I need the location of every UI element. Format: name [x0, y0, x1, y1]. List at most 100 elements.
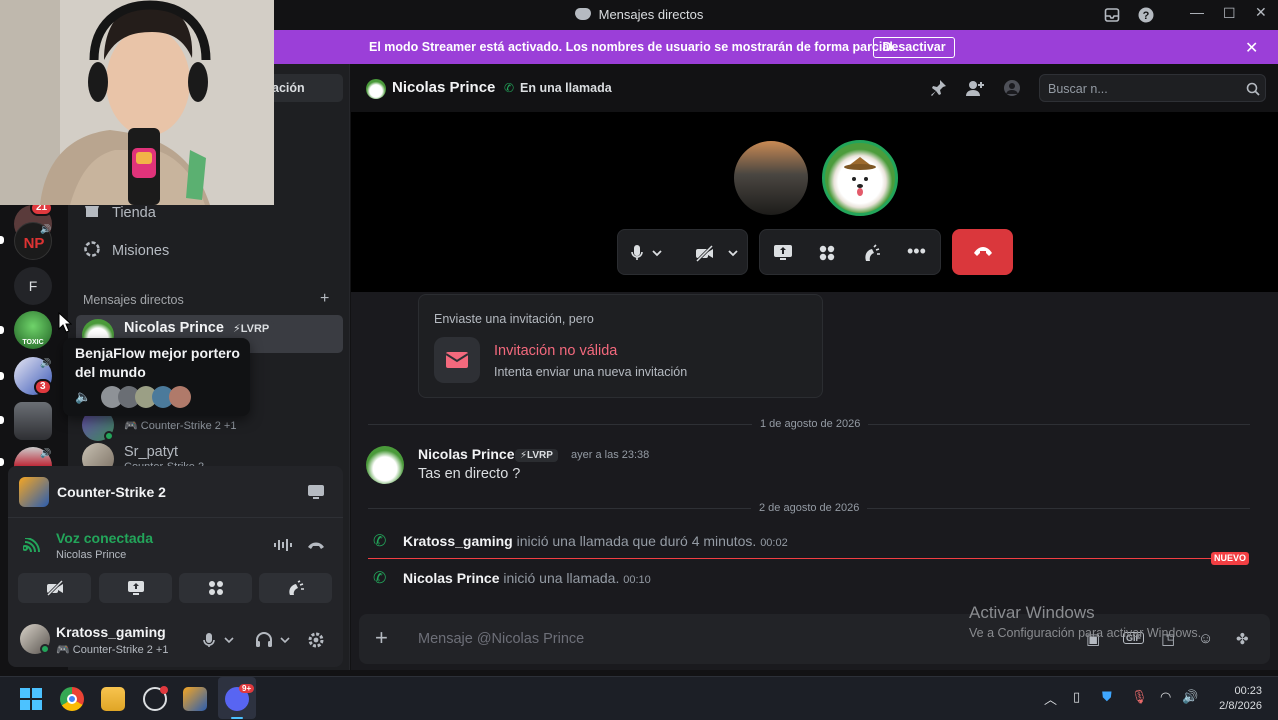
voice-members — [101, 386, 191, 408]
invite-subtitle: Intenta enviar una nueva invitación — [494, 365, 688, 379]
mute-mic-button[interactable] — [203, 632, 235, 648]
call-status: En una llamada — [520, 81, 612, 95]
system-author[interactable]: Kratoss_gaming — [403, 533, 513, 549]
search-placeholder: Buscar n... — [1048, 82, 1108, 96]
defender-icon[interactable]: ⛊ — [1102, 689, 1112, 705]
system-text: inició una llamada. — [503, 570, 620, 586]
stream-game-icon[interactable] — [307, 484, 325, 500]
attach-plus-icon[interactable]: + — [375, 627, 388, 649]
user-panel: Counter-Strike 2 Voz conectada Nicolas P… — [8, 466, 343, 667]
online-status-dot — [40, 644, 50, 654]
message-author[interactable]: Nicolas Prince — [418, 446, 515, 462]
activity-section: Counter-Strike 2 — [8, 466, 343, 518]
discord-logo-icon — [574, 8, 591, 20]
pin-icon[interactable] — [929, 79, 947, 97]
nav-shop[interactable]: Tienda — [84, 203, 156, 221]
microphone-button[interactable] — [631, 244, 663, 262]
activation-watermark: Activar Windows Ve a Configuración para … — [969, 603, 1201, 640]
soundboard-icon[interactable] — [863, 244, 881, 262]
usb-icon[interactable]: ▯ — [1073, 689, 1080, 705]
clock[interactable]: 00:23 2/8/2026 — [1212, 684, 1262, 714]
close-banner-icon[interactable]: ✕ — [1245, 38, 1258, 58]
deafen-button[interactable] — [255, 632, 291, 648]
system-time: 00:02 — [760, 537, 788, 549]
more-options-icon[interactable]: ••• — [907, 242, 926, 260]
phone-icon: ✆ — [373, 533, 387, 550]
noise-suppression-icon[interactable] — [274, 538, 292, 552]
maximize-icon[interactable]: ☐ — [1223, 5, 1236, 22]
create-dm-icon[interactable]: + — [320, 290, 329, 308]
camera-off-button[interactable] — [695, 244, 741, 262]
clock-time: 00:23 — [1234, 685, 1262, 697]
clock-date: 2/8/2026 — [1219, 700, 1262, 712]
close-window-icon[interactable]: ✕ — [1255, 4, 1267, 21]
windows-start-icon[interactable] — [20, 688, 42, 710]
mention-badge: 3 — [34, 379, 52, 395]
help-icon[interactable]: ? — [1138, 7, 1154, 23]
activities-icon[interactable] — [818, 244, 836, 262]
cs2-taskbar-icon[interactable] — [183, 687, 207, 711]
tray-chevron-icon[interactable]: ︿ — [1044, 689, 1057, 708]
server-pill — [0, 236, 4, 244]
watermark-subtitle: Ve a Configuración para activar Windows. — [969, 626, 1202, 640]
invite-heading: Enviaste una invitación, pero — [434, 312, 594, 326]
nav-quests[interactable]: Misiones — [84, 241, 169, 259]
tag-badge: ⚡LVRP — [228, 321, 275, 336]
apps-icon[interactable]: ✤ — [1236, 630, 1249, 648]
server-pill — [0, 326, 4, 334]
file-explorer-icon[interactable] — [101, 687, 125, 711]
share-screen-icon[interactable] — [773, 244, 793, 262]
share-screen-button[interactable] — [99, 573, 172, 603]
discord-taskbar-active[interactable]: 9+ — [218, 677, 256, 719]
dm-activity-text: Counter-Strike 2 +1 — [140, 420, 237, 432]
user-profile-icon[interactable] — [1003, 79, 1021, 97]
hangup-button[interactable] — [952, 229, 1013, 275]
settings-gear-icon[interactable] — [307, 631, 325, 649]
volume-icon[interactable]: 🔊 — [1182, 689, 1198, 705]
soundboard-button[interactable] — [259, 573, 332, 603]
system-time: 00:10 — [623, 574, 651, 586]
disconnect-icon[interactable] — [307, 539, 325, 551]
message-text: Tas en directo ? — [418, 466, 521, 482]
mouse-cursor-icon — [58, 312, 72, 334]
tag-badge: ⚡LVRP — [515, 449, 558, 462]
minimize-icon[interactable]: — — [1190, 4, 1204, 20]
server-f[interactable]: F — [14, 267, 52, 305]
mic-video-controls — [617, 229, 748, 275]
message-tag: ⚡LVRP — [509, 446, 558, 464]
message-row: Nicolas Prince ⚡LVRP ayer a las 23:38 Ta… — [351, 440, 1278, 486]
message-avatar[interactable] — [366, 446, 404, 484]
inbox-icon[interactable] — [1104, 7, 1120, 23]
online-status-dot — [104, 431, 114, 441]
activities-button[interactable] — [179, 573, 252, 603]
server-pill — [0, 372, 4, 380]
gamepad-icon: 🎮 — [124, 420, 138, 432]
tooltip-title: BenjaFlow mejor portero del mundo — [75, 345, 240, 380]
header-name: Nicolas Prince — [392, 79, 496, 96]
find-conversation-label: ación — [272, 81, 305, 95]
dm-name: Nicolas Prince — [124, 320, 224, 336]
dm-tag: ⚡LVRP — [222, 320, 275, 338]
toggle-camera-button[interactable] — [18, 573, 91, 603]
system-author[interactable]: Nicolas Prince — [403, 570, 500, 586]
disable-streamer-button[interactable]: Desactivar — [873, 37, 955, 58]
signal-icon — [23, 538, 41, 552]
voice-connected-label: Voz conectada — [56, 530, 153, 546]
chrome-icon[interactable] — [60, 687, 84, 711]
discord-badge: 9+ — [239, 684, 255, 693]
mic-tray-icon[interactable]: 🎙 — [1131, 689, 1148, 705]
server-toxic[interactable]: TOXIC — [14, 311, 52, 349]
dm-main: Nicolas Prince ✆ En una llamada Buscar n… — [351, 64, 1278, 670]
nav-shop-label: Tienda — [112, 205, 156, 221]
wifi-icon[interactable]: ◠ — [1160, 689, 1171, 705]
composer-placeholder: Mensaje @Nicolas Prince — [418, 631, 585, 647]
date-divider-label: 2 de agosto de 2026 — [751, 502, 868, 514]
search-input[interactable]: Buscar n... — [1039, 74, 1266, 102]
server-gray[interactable] — [14, 402, 52, 440]
chrome-center — [67, 694, 77, 704]
add-friends-icon[interactable] — [965, 79, 985, 97]
server-pill — [0, 416, 4, 424]
server-f-label: F — [28, 278, 38, 294]
voice-channel-tooltip: BenjaFlow mejor portero del mundo 🔈 — [63, 338, 250, 416]
watermark-title: Activar Windows — [969, 603, 1095, 622]
